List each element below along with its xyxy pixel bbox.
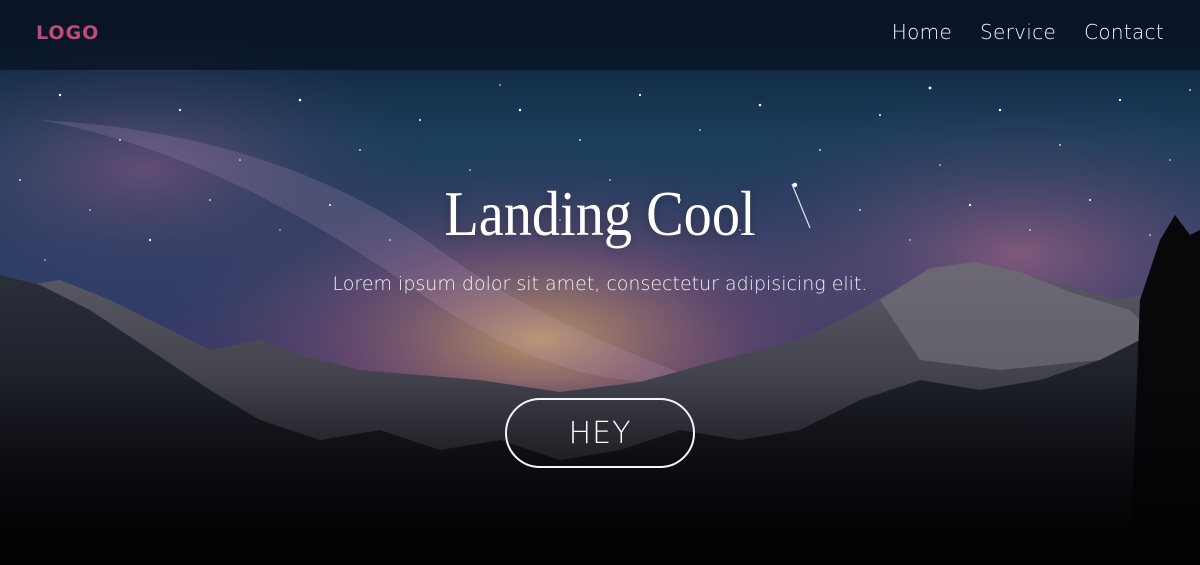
landing-page: LOGO Home Service Contact Landing Cool L… <box>0 0 1200 565</box>
hero-subtitle: Lorem ipsum dolor sit amet, consectetur … <box>332 273 868 296</box>
nav-links: Home Service Contact <box>892 20 1164 44</box>
nav-link-contact[interactable]: Contact <box>1084 20 1164 44</box>
hero-title: Landing Cool <box>444 178 756 249</box>
top-navbar: LOGO Home Service Contact <box>0 0 1200 70</box>
hero-content: Landing Cool Lorem ipsum dolor sit amet,… <box>0 180 1200 301</box>
hey-button[interactable]: HEY <box>505 398 695 468</box>
nav-link-home[interactable]: Home <box>892 20 952 44</box>
nav-link-service[interactable]: Service <box>980 20 1056 44</box>
logo[interactable]: LOGO <box>36 22 99 44</box>
